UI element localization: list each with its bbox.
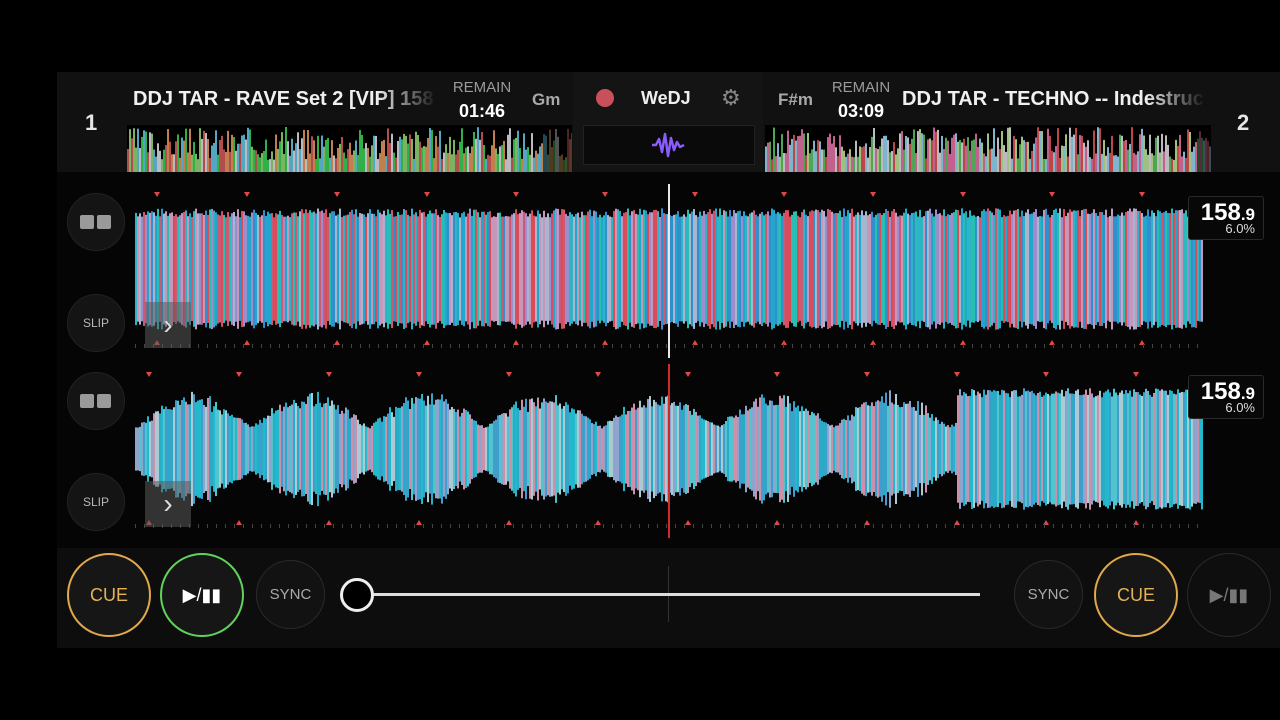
deck2-overview-waveform[interactable] (765, 125, 1211, 172)
deck1-overview-waveform[interactable] (127, 125, 572, 172)
deck2-key: F#m (778, 90, 813, 109)
deck1-remain-label: REMAIN (452, 79, 512, 96)
deck1-number: 1 (85, 110, 98, 135)
deck1-pitch: 6.0% (1225, 221, 1255, 236)
deck2-loop-button[interactable] (67, 372, 125, 430)
deck2-pitch: 6.0% (1225, 400, 1255, 415)
deck1-key: Gm (532, 90, 561, 109)
deck2-play-pause-button[interactable]: ▶/▮▮ (1187, 553, 1271, 637)
crossfader-track[interactable] (357, 593, 980, 596)
deck1-scroll-arrow[interactable]: › (145, 302, 191, 348)
center-panel: WeDJ ⚙ (573, 72, 763, 172)
deck1-loop-button[interactable] (67, 193, 125, 251)
pads-icon (80, 215, 111, 229)
deck1-remain-time[interactable]: 01:46 (447, 101, 517, 122)
deck1-slip-button[interactable]: SLIP (67, 294, 125, 352)
pads-icon (80, 394, 111, 408)
brand-logo: WeDJ (641, 88, 691, 108)
deck2-slip-button[interactable]: SLIP (67, 473, 125, 531)
deck1-play-pause-button[interactable]: ▶/▮▮ (160, 553, 244, 637)
deck2-sync-button[interactable]: SYNC (1014, 560, 1083, 629)
wedj-app: 1 DDJ TAR - RAVE Set 2 [VIP] 158 REMAIN … (57, 72, 1280, 648)
deck2-bpm-display[interactable]: 158.9 6.0% (1188, 375, 1264, 419)
chevron-right-icon: › (163, 309, 173, 340)
deck2-remain-time[interactable]: 03:09 (826, 101, 896, 122)
deck2-remain-label: REMAIN (831, 79, 891, 96)
waveform-view-button[interactable] (583, 125, 755, 165)
deck2-track-title[interactable]: DDJ TAR - TECHNO -- Indestructible (902, 88, 1206, 111)
deck1-sync-button[interactable]: SYNC (256, 560, 325, 629)
crossfader-knob[interactable] (340, 578, 374, 612)
deck2-playhead (668, 364, 670, 538)
gear-icon[interactable]: ⚙ (721, 87, 741, 109)
deck2-number: 2 (1237, 110, 1250, 135)
deck2-scroll-arrow[interactable]: › (145, 481, 191, 527)
chevron-right-icon: › (163, 488, 173, 519)
deck1-playhead (668, 184, 670, 358)
record-icon[interactable] (596, 89, 614, 107)
header-bar: 1 DDJ TAR - RAVE Set 2 [VIP] 158 REMAIN … (57, 72, 1280, 172)
deck1-bpm-display[interactable]: 158.9 6.0% (1188, 196, 1264, 240)
waveform-icon (652, 132, 685, 158)
deck1-track-title[interactable]: DDJ TAR - RAVE Set 2 [VIP] 158 (133, 88, 437, 111)
deck2-cue-button[interactable]: CUE (1094, 553, 1178, 637)
deck1-cue-button[interactable]: CUE (67, 553, 151, 637)
